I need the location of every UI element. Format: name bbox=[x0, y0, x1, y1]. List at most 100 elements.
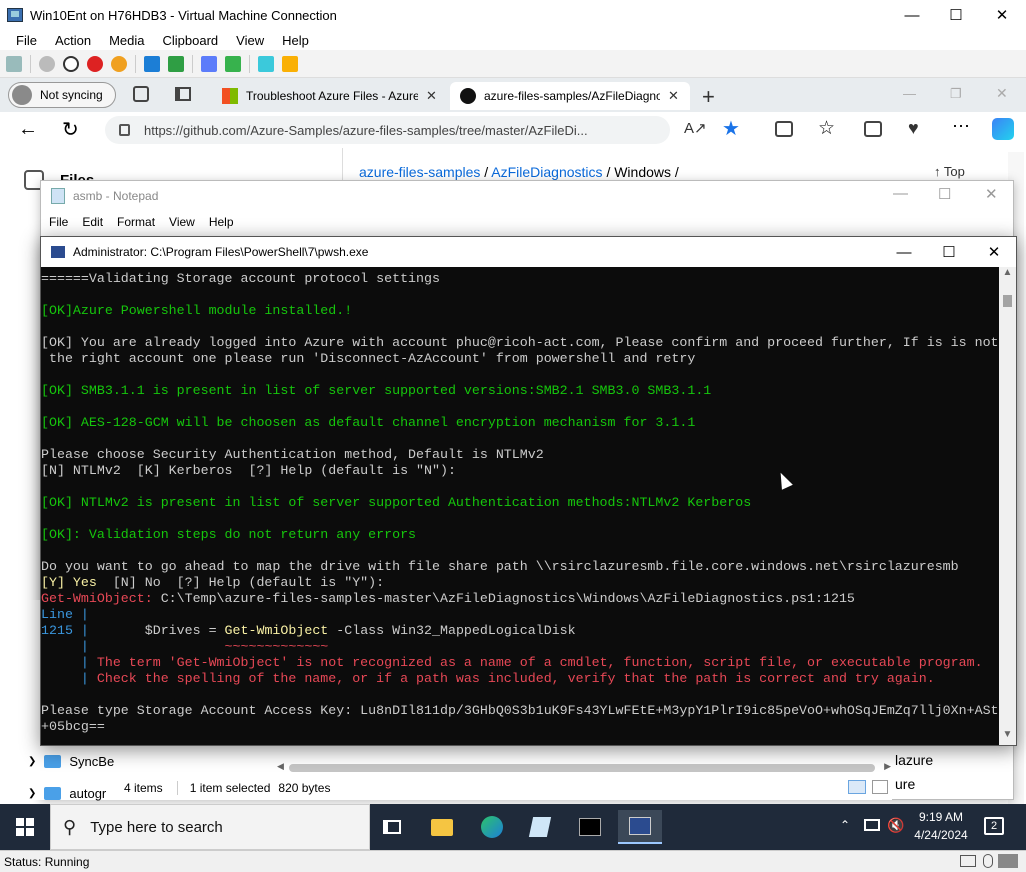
notification-center-icon[interactable]: 2 bbox=[984, 817, 1004, 835]
scroll-thumb[interactable] bbox=[1003, 295, 1012, 307]
settings-more-icon[interactable]: ⋯ bbox=[952, 116, 970, 137]
taskbar-search-box[interactable]: ⚲ Type here to search bbox=[50, 804, 370, 850]
powershell-icon bbox=[51, 246, 65, 258]
notepad-maximize-button[interactable]: ☐ bbox=[938, 185, 951, 203]
volume-muted-icon[interactable]: 🔇 bbox=[887, 817, 904, 834]
address-bar[interactable]: https://github.com/Azure-Samples/azure-f… bbox=[105, 116, 670, 144]
pause-icon[interactable] bbox=[144, 55, 160, 72]
workspaces-icon[interactable] bbox=[133, 86, 149, 102]
browser-close-button[interactable]: ✕ bbox=[996, 85, 1008, 102]
microsoft-icon bbox=[222, 88, 238, 104]
power-icon[interactable] bbox=[111, 55, 127, 72]
console-text: $Drives = bbox=[88, 623, 225, 638]
toolbar-divider bbox=[192, 54, 193, 73]
console-output[interactable]: ======Validating Storage account protoco… bbox=[41, 267, 999, 745]
console-line: | ~~~~~~~~~~~~~ bbox=[41, 639, 999, 655]
read-aloud-icon[interactable]: A↗ bbox=[684, 119, 707, 137]
network-icon[interactable] bbox=[864, 819, 880, 831]
ctrl-alt-del-icon[interactable] bbox=[6, 55, 22, 72]
collections-icon[interactable] bbox=[864, 121, 882, 137]
profile-button[interactable]: Not syncing bbox=[8, 82, 116, 108]
notepad-menu-edit[interactable]: Edit bbox=[82, 215, 103, 229]
turn-off-icon[interactable] bbox=[63, 55, 79, 72]
vm-maximize-button[interactable]: ☐ bbox=[933, 0, 979, 30]
top-link[interactable]: ↑ Top bbox=[934, 164, 965, 179]
vm-menu-help[interactable]: Help bbox=[282, 33, 309, 48]
taskbar-powershell[interactable] bbox=[618, 810, 662, 844]
tab-troubleshoot-azure-files[interactable]: Troubleshoot Azure Files - Azure ✕ bbox=[212, 82, 448, 110]
start-icon[interactable] bbox=[39, 55, 55, 72]
horizontal-scrollbar[interactable]: ◀ ▶ bbox=[275, 760, 893, 776]
checkpoint-icon[interactable] bbox=[201, 55, 217, 72]
back-icon[interactable]: ← bbox=[18, 118, 38, 141]
vm-menu-file[interactable]: File bbox=[16, 33, 37, 48]
ps-close-button[interactable]: ✕ bbox=[971, 237, 1017, 267]
notepad-menu-format[interactable]: Format bbox=[117, 215, 155, 229]
taskbar-cmd[interactable] bbox=[568, 810, 612, 844]
vm-menu-action[interactable]: Action bbox=[55, 33, 91, 48]
lock-status-icon bbox=[998, 854, 1018, 868]
task-view-button[interactable] bbox=[370, 810, 414, 844]
favorites-icon[interactable]: ☆ bbox=[818, 117, 835, 140]
console-text: [OK] You are already logged into Azure w… bbox=[41, 335, 999, 350]
nav-item-autogr[interactable]: ❯ autogr bbox=[28, 786, 106, 801]
ps-maximize-button[interactable]: ☐ bbox=[926, 237, 972, 267]
share-icon[interactable] bbox=[282, 55, 298, 72]
browser-restore-button[interactable]: ❐ bbox=[950, 86, 962, 102]
taskbar-notepad[interactable] bbox=[518, 810, 562, 844]
scroll-thumb[interactable] bbox=[289, 764, 875, 772]
ps-minimize-button[interactable]: — bbox=[881, 237, 927, 267]
revert-icon[interactable] bbox=[225, 55, 241, 72]
nav-item-syncbe[interactable]: ❯ SyncBe bbox=[28, 754, 114, 769]
large-icons-view-icon[interactable] bbox=[872, 780, 888, 794]
copilot-icon[interactable] bbox=[992, 118, 1014, 140]
shutdown-icon[interactable] bbox=[87, 55, 103, 72]
breadcrumb-repo-link[interactable]: azure-files-samples bbox=[359, 164, 480, 180]
resume-icon[interactable] bbox=[168, 55, 184, 72]
console-line: [OK]: Validation steps do not return any… bbox=[41, 527, 999, 543]
taskbar-edge[interactable] bbox=[470, 810, 514, 844]
console-scrollbar[interactable]: ▲ ▼ bbox=[999, 267, 1016, 745]
scroll-right-icon[interactable]: ▶ bbox=[884, 761, 891, 772]
vertical-tabs-icon[interactable] bbox=[175, 87, 191, 101]
split-screen-icon[interactable] bbox=[775, 121, 793, 137]
address-url[interactable]: https://github.com/Azure-Samples/azure-f… bbox=[144, 123, 588, 138]
browser-essentials-icon[interactable]: ♥ bbox=[908, 118, 919, 139]
enhanced-session-icon[interactable] bbox=[258, 55, 274, 72]
console-line: Please type Storage Account Access Key: … bbox=[41, 703, 999, 719]
vm-minimize-button[interactable]: — bbox=[889, 0, 935, 30]
vm-menu-media[interactable]: Media bbox=[109, 33, 144, 48]
favorite-star-icon[interactable]: ★ bbox=[722, 116, 740, 141]
close-tab-icon[interactable]: ✕ bbox=[426, 88, 437, 104]
task-view-icon bbox=[383, 820, 401, 834]
browser-minimize-button[interactable]: — bbox=[903, 86, 916, 101]
taskbar-clock[interactable]: 9:19 AM 4/24/2024 bbox=[912, 808, 970, 844]
tab-azure-files-samples[interactable]: azure-files-samples/AzFileDiagno ✕ bbox=[450, 82, 690, 110]
taskbar-file-explorer[interactable] bbox=[420, 810, 464, 844]
vm-menu-view[interactable]: View bbox=[236, 33, 264, 48]
refresh-icon[interactable]: ↻ bbox=[62, 117, 79, 142]
show-hidden-icons-icon[interactable]: ⌃ bbox=[840, 818, 850, 832]
scroll-left-icon[interactable]: ◀ bbox=[277, 761, 284, 772]
chevron-right-icon: ❯ bbox=[28, 756, 37, 767]
new-tab-icon[interactable]: + bbox=[702, 84, 715, 110]
notepad-minimize-button[interactable]: — bbox=[893, 185, 908, 202]
scroll-down-icon[interactable]: ▼ bbox=[999, 729, 1016, 745]
details-view-icon[interactable] bbox=[848, 780, 866, 794]
notepad-menu-view[interactable]: View bbox=[169, 215, 195, 229]
close-tab-icon[interactable]: ✕ bbox=[668, 88, 679, 104]
notepad-menu-file[interactable]: File bbox=[49, 215, 68, 229]
arrow-up-icon: ↑ bbox=[934, 164, 941, 179]
windows-start-icon[interactable] bbox=[16, 818, 34, 836]
breadcrumb-folder-link[interactable]: AzFileDiagnostics bbox=[491, 164, 602, 180]
notepad-close-button[interactable]: ✕ bbox=[985, 185, 998, 203]
vm-close-button[interactable]: ✕ bbox=[979, 0, 1025, 30]
vm-menu-clipboard[interactable]: Clipboard bbox=[163, 33, 219, 48]
scroll-up-icon[interactable]: ▲ bbox=[999, 267, 1016, 283]
console-text: [OK] SMB3.1.1 is present in list of serv… bbox=[41, 383, 712, 398]
notepad-menu-help[interactable]: Help bbox=[209, 215, 234, 229]
console-text: | bbox=[41, 639, 89, 654]
